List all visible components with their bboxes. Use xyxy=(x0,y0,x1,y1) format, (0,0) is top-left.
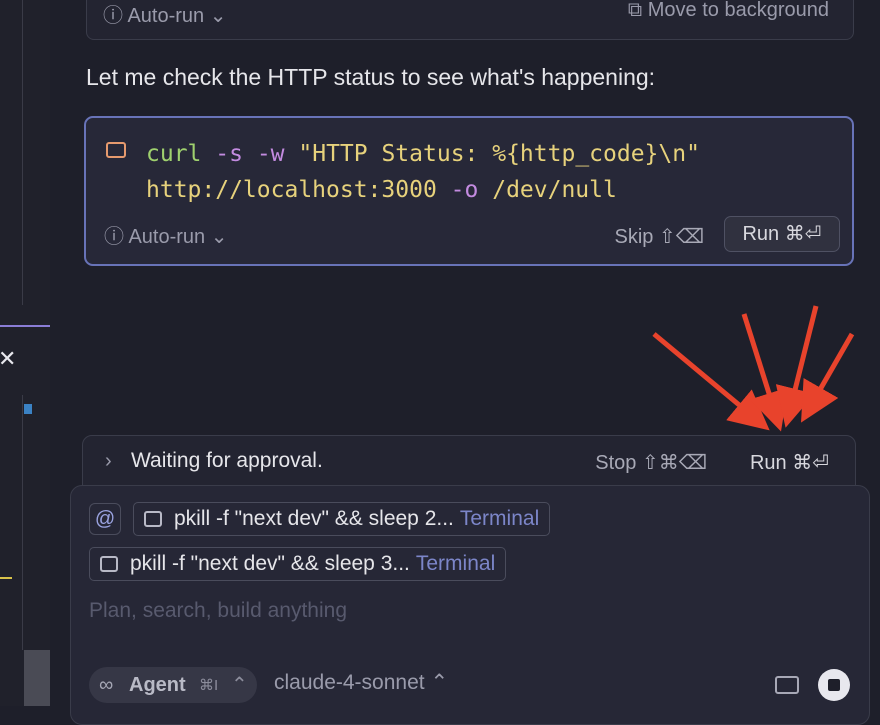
annotation-arrow xyxy=(652,332,770,431)
terminal-icon xyxy=(100,556,118,572)
prompt-input[interactable]: Plan, search, build anything xyxy=(89,599,347,623)
context-chip[interactable]: pkill -f "next dev" && sleep 3... Termina… xyxy=(89,547,507,581)
model-selector[interactable]: claude-4-sonnet ⌃ xyxy=(274,670,448,695)
annotation-arrow xyxy=(741,313,789,432)
infinity-icon: ∞ xyxy=(99,674,114,696)
annotation-arrow xyxy=(801,332,855,423)
approval-status: Waiting for approval. xyxy=(131,449,323,472)
chevron-up-icon: ⌃ xyxy=(231,674,248,696)
stop-generation-button[interactable] xyxy=(818,669,850,701)
chevron-right-icon[interactable]: › xyxy=(105,450,112,473)
image-icon[interactable] xyxy=(775,676,799,694)
stop-button[interactable]: Stop ⇧⌘⌫ xyxy=(595,450,707,475)
context-chip[interactable]: pkill -f "next dev" && sleep 2... Termina… xyxy=(133,502,551,536)
chat-composer: @ pkill -f "next dev" && sleep 2... Termi… xyxy=(70,485,870,725)
terminal-icon xyxy=(144,511,162,527)
run-button[interactable]: Run ⌘⏎ xyxy=(750,450,829,475)
mention-button[interactable]: @ xyxy=(89,503,121,535)
agent-mode-selector[interactable]: ∞ Agent ⌘I ⌃ xyxy=(89,667,257,703)
